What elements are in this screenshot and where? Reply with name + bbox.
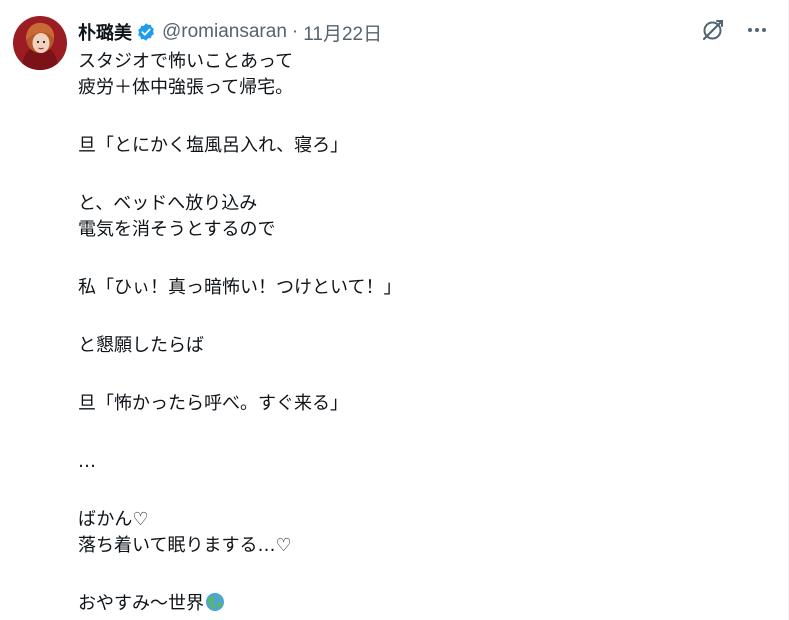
verified-badge-icon[interactable]	[136, 22, 156, 42]
line-break	[78, 243, 768, 275]
tweet-actions	[700, 17, 770, 43]
tweet-line: 落ち着いて眠りまする…♡	[78, 535, 292, 556]
tweet-line: ばかん♡	[78, 509, 149, 530]
display-name[interactable]: 朴璐美	[78, 19, 132, 45]
avatar-image	[13, 16, 67, 70]
tweet-line-last: おやすみ〜世界	[78, 591, 768, 617]
tweet-line: 私「ひぃ！真っ暗怖い！つけといて！」	[78, 277, 402, 298]
user-handle[interactable]: @romiansaran	[162, 21, 287, 43]
globe-emoji-icon	[205, 592, 225, 612]
tweet-text: スタジオで怖いことあって 疲労＋体中強張って帰宅。 旦「とにかく塩風呂入れ、寝ろ…	[78, 49, 768, 617]
more-options-icon[interactable]	[744, 17, 770, 43]
tweet-line: と懇願したらば	[78, 335, 204, 356]
tweet-line: 疲労＋体中強張って帰宅。	[78, 77, 294, 98]
line-break	[78, 417, 768, 449]
tweet-header: 朴璐美 @romiansaran · 11月22日	[78, 17, 382, 47]
line-break	[78, 101, 768, 133]
tweet-line: スタジオで怖いことあって	[78, 51, 294, 72]
tweet-line: 旦「とにかく塩風呂入れ、寝ろ」	[78, 135, 349, 156]
tweet-line: …	[78, 451, 96, 472]
tweet-line: と、ベッドへ放り込み	[78, 193, 258, 214]
line-break	[78, 559, 768, 591]
grok-icon[interactable]	[700, 17, 726, 43]
post-date[interactable]: 11月22日	[303, 19, 382, 46]
tweet-line: 電気を消そうとするので	[78, 219, 276, 240]
line-break	[78, 159, 768, 191]
header-separator: ·	[291, 21, 299, 42]
tweet-line: 旦「怖かったら呼べ。すぐ来る」	[78, 393, 348, 414]
avatar[interactable]	[13, 16, 67, 70]
line-break	[78, 359, 768, 391]
line-break	[78, 475, 768, 507]
tweet-line-text: おやすみ〜世界	[78, 593, 204, 614]
line-break	[78, 301, 768, 333]
